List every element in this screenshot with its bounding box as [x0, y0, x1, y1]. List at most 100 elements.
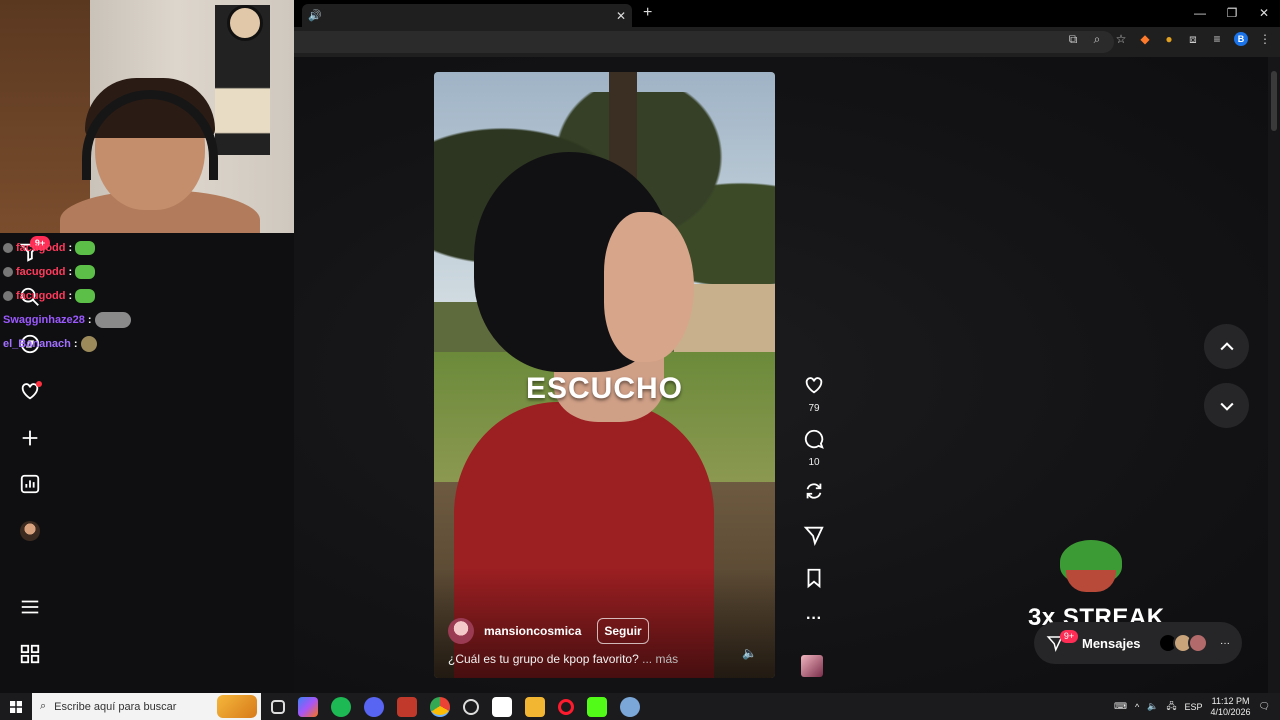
chrome-icon[interactable] — [430, 696, 450, 717]
caption-more-link[interactable]: ... más — [642, 652, 678, 666]
chat-emote-icon — [80, 336, 97, 352]
chat-emote-icon — [75, 265, 96, 279]
comment-button[interactable]: 10 — [800, 428, 828, 468]
volume-icon[interactable]: 🔈 — [742, 646, 757, 660]
capcut-icon[interactable] — [492, 696, 512, 717]
obs-icon[interactable] — [463, 698, 479, 715]
webcam-background-figure — [215, 5, 270, 155]
app-icon[interactable] — [620, 696, 640, 717]
previous-reel-button[interactable] — [1204, 324, 1249, 369]
new-tab-button[interactable]: + — [643, 4, 652, 22]
search-icon: ⌕ — [40, 700, 47, 712]
zoom-icon[interactable]: ⌕ — [1090, 32, 1104, 46]
chat-message: facugodd: — [0, 284, 294, 308]
address-bar[interactable] — [294, 31, 1114, 53]
task-view-icon[interactable] — [271, 699, 285, 714]
windows-start-icon[interactable] — [0, 693, 32, 720]
discord-icon[interactable] — [364, 696, 384, 717]
extension-color-icon[interactable]: ● — [1162, 32, 1176, 46]
webcam-door — [0, 0, 90, 233]
heart-icon — [805, 377, 823, 394]
next-reel-button[interactable] — [1204, 383, 1249, 428]
chat-message: facugodd: — [0, 236, 294, 260]
clock-time: 11:12 PM — [1211, 695, 1250, 706]
caption-text: ¿Cuál es tu grupo de kpop favorito? — [448, 652, 639, 666]
more-apps-icon[interactable] — [18, 642, 42, 666]
video-overlay-text: ESCUCHO — [525, 372, 683, 405]
profile-avatar-nav[interactable] — [20, 521, 40, 541]
extension-fox-icon[interactable]: ◆ — [1138, 32, 1152, 46]
notification-dot — [36, 381, 42, 387]
taskbar-search[interactable]: ⌕ Escribe aquí para buscar — [32, 693, 261, 720]
author-username[interactable]: mansioncosmica — [484, 624, 581, 638]
file-explorer-icon[interactable] — [525, 696, 545, 717]
video-editor-icon[interactable] — [397, 696, 417, 717]
keyboard-icon[interactable]: ⌨ — [1114, 701, 1127, 712]
save-button[interactable] — [800, 567, 828, 594]
messages-more-icon[interactable]: ··· — [1220, 638, 1230, 649]
tab-close-button[interactable]: ✕ — [616, 9, 626, 23]
comment-count: 10 — [808, 457, 820, 468]
like-button[interactable]: 79 — [800, 374, 828, 414]
chevron-up-icon — [1219, 341, 1234, 350]
minimize-button[interactable]: — — [1184, 0, 1216, 27]
chat-badge-icon — [3, 243, 13, 253]
like-count: 79 — [808, 403, 820, 414]
bookmark-icon — [807, 568, 821, 589]
follow-button[interactable]: Seguir — [597, 618, 649, 644]
system-tray: ⌨ ^ 🔈 🖧 ESP 11:12 PM 4/10/2026 🗨 — [1114, 696, 1280, 718]
stream-chat: facugodd: facugodd: facugodd: Swagginhaz… — [0, 236, 294, 356]
close-window-button[interactable]: ✕ — [1248, 0, 1280, 27]
chat-message: Swagginhaze28: — [0, 308, 294, 332]
notification-center-icon[interactable]: 🗨 — [1259, 701, 1270, 712]
spotify-icon[interactable] — [331, 696, 351, 717]
create-plus-icon[interactable] — [18, 426, 42, 450]
browser-tab[interactable]: 🔊 ✕ — [302, 4, 632, 27]
media-controls-icon[interactable]: ≡ — [1210, 32, 1224, 46]
chat-username: el_Bananach — [3, 338, 71, 350]
chevron-down-icon — [1219, 402, 1234, 411]
window-controls: — ❐ ✕ — [1184, 0, 1280, 27]
scrollbar-thumb[interactable] — [1271, 71, 1277, 131]
speaker-icon[interactable]: 🔊 — [308, 9, 322, 22]
taskbar-apps — [271, 696, 640, 717]
page-scrollbar[interactable] — [1268, 57, 1280, 693]
dashboard-chart-icon[interactable] — [18, 472, 42, 496]
kebab-menu-icon[interactable]: ⋮ — [1258, 32, 1272, 46]
copilot-icon[interactable] — [298, 696, 318, 717]
opera-icon[interactable] — [558, 698, 574, 715]
restore-button[interactable]: ❐ — [1216, 0, 1248, 27]
author-avatar[interactable] — [448, 618, 474, 644]
bookmark-star-icon[interactable]: ☆ — [1114, 32, 1128, 46]
reel-video[interactable]: ESCUCHO mansioncosmica Seguir ¿Cuál es t… — [434, 72, 775, 678]
chat-emote-icon — [94, 312, 131, 328]
chat-badge-icon — [3, 291, 13, 301]
extensions-puzzle-icon[interactable]: ⧈ — [1186, 32, 1200, 46]
menu-hamburger-icon[interactable] — [18, 595, 42, 619]
toolbar-icons: ⧉ ⌕ ☆ ◆ ● ⧈ ≡ B ⋮ — [1066, 32, 1272, 46]
pepe-mouth — [1066, 570, 1116, 592]
reel-author: mansioncosmica Seguir — [448, 618, 649, 644]
repost-icon — [806, 483, 822, 499]
video-subject-face — [604, 212, 694, 362]
message-avatar — [1188, 633, 1208, 653]
messages-label: Mensajes — [1082, 635, 1141, 651]
audio-thumbnail[interactable] — [801, 655, 823, 677]
speaker-tray-icon[interactable]: 🔈 — [1147, 701, 1158, 712]
repost-button[interactable] — [800, 480, 828, 507]
messages-badge: 9+ — [1060, 630, 1078, 643]
browser-toolbar: ⧉ ⌕ ☆ ◆ ● ⧈ ≡ B ⋮ — [294, 27, 1280, 57]
more-options-icon[interactable]: ··· — [800, 610, 828, 628]
chat-username: Swagginhaze28 — [3, 314, 85, 326]
language-indicator[interactable]: ESP — [1185, 702, 1203, 712]
messages-button[interactable]: 9+ Mensajes ··· — [1034, 622, 1242, 664]
install-app-icon[interactable]: ⧉ — [1066, 32, 1080, 46]
clock[interactable]: 11:12 PM 4/10/2026 — [1211, 696, 1251, 718]
kick-icon[interactable] — [587, 696, 607, 717]
chat-badge-icon — [3, 267, 13, 277]
message-avatars — [1158, 633, 1208, 653]
share-button[interactable] — [800, 524, 828, 551]
profile-avatar[interactable]: B — [1234, 32, 1248, 46]
tray-expand-icon[interactable]: ^ — [1135, 702, 1139, 712]
network-icon[interactable]: 🖧 — [1166, 699, 1176, 715]
